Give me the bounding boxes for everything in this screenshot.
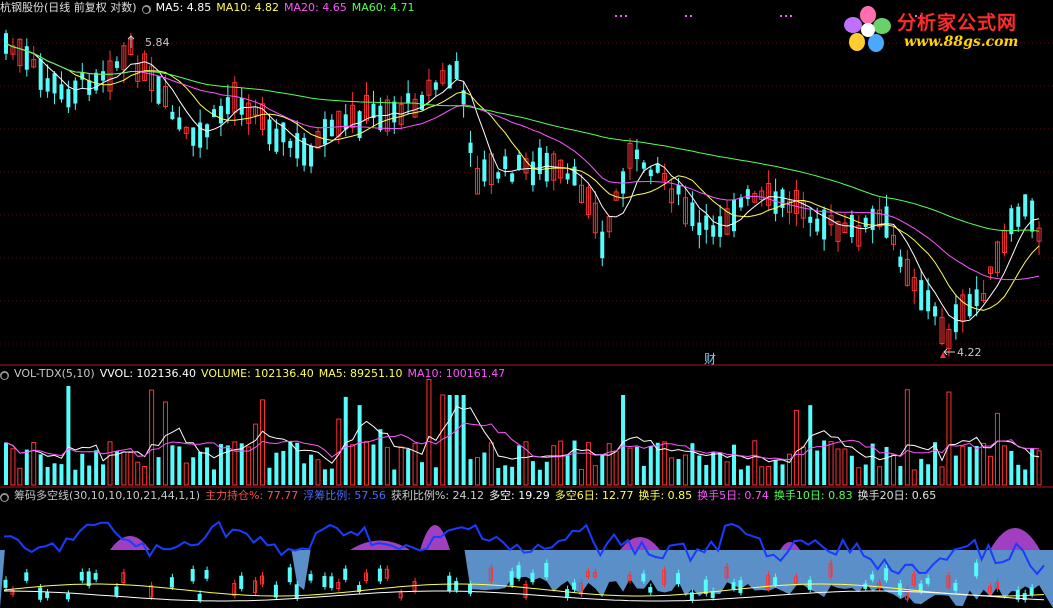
stock-title[interactable]: 杭钢股份(日线 前复权 对数) [0, 1, 137, 14]
settings-icon[interactable]: ● [141, 5, 151, 14]
longshort6-value: 多空6日: 12.77 [554, 489, 634, 502]
profit-ratio-value: 获利比例%: 24.12 [390, 489, 485, 502]
flower-logo-icon [844, 6, 891, 52]
turnover10-value: 换手10日: 0.83 [773, 489, 853, 502]
turnover-value: 换手: 0.85 [638, 489, 693, 502]
longshort-value: 多空: 19.29 [489, 489, 550, 502]
float-ratio-value: 浮筹比例: 57.56 [303, 489, 386, 502]
low-price-label: 4.22 [957, 346, 982, 359]
moving-average-lines [5, 43, 1040, 322]
low-arrow [943, 348, 955, 356]
ind-title[interactable]: 筹码多空线(30,10,10,10,21,44,1,1) [14, 489, 200, 502]
ma10-value: MA10: 4.82 [216, 1, 280, 14]
logo-name: 分析家公式网 [897, 12, 1018, 34]
high-price-label: 5.84 [145, 36, 170, 49]
vol-ma5-value: MA5: 89251.10 [318, 367, 403, 380]
ma60-value: MA60: 4.71 [351, 1, 415, 14]
ma5-value: MA5: 4.85 [155, 1, 212, 14]
turnover20-value: 换手20日: 0.65 [857, 489, 937, 502]
volume-panel-header: ● VOL-TDX(5,10) VVOL: 102136.40 VOLUME: 102… [0, 367, 510, 381]
ma20-value: MA20: 4.65 [284, 1, 347, 14]
site-logo[interactable]: 分析家公式网 www.88gs.com [842, 4, 1047, 54]
price-candles [4, 29, 1042, 357]
price-panel-header: 杭钢股份(日线 前复权 对数) ● MA5: 4.85 MA10: 4.82 MA20:… [0, 1, 419, 15]
vol-ma10-value: MA10: 100161.47 [407, 367, 506, 380]
turnover5-value: 换手5日: 0.74 [697, 489, 769, 502]
volume-settings-icon[interactable]: ● [0, 371, 9, 380]
vol-title[interactable]: VOL-TDX(5,10) [14, 367, 95, 380]
vvol-value: VVOL: 102136.40 [99, 367, 197, 380]
indicator-settings-icon[interactable]: ● [0, 493, 9, 502]
indicator-panel-header: ● 筹码多空线(30,10,10,10,21,44,1,1) 主力持仓%: 77.7… [0, 489, 941, 503]
finance-report-marker[interactable]: 财 [704, 350, 716, 367]
main-hold-value: 主力持仓%: 77.77 [205, 489, 299, 502]
logo-url: www.88gs.com [904, 34, 1019, 50]
volume-value: VOLUME: 102136.40 [201, 367, 314, 380]
stock-chart-canvas[interactable] [0, 0, 1053, 608]
volume-bars [4, 379, 1042, 486]
